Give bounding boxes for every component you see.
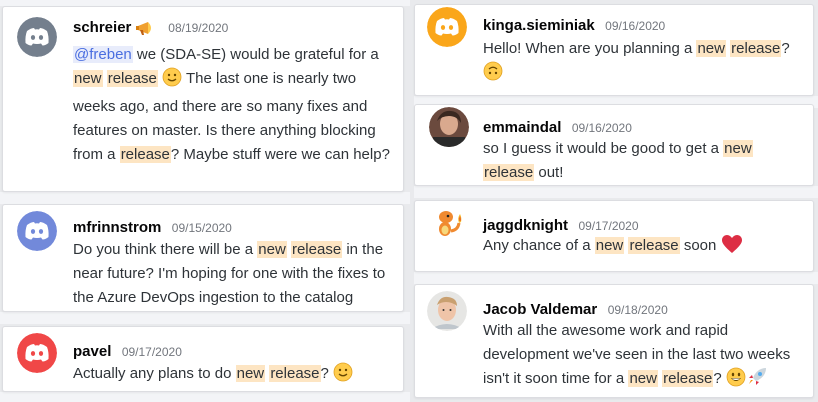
- username[interactable]: kinga.sieminiak: [483, 17, 595, 34]
- search-highlight: new: [235, 365, 266, 382]
- message-text-run: ? Maybe stuff were we can help?: [170, 146, 390, 163]
- avatar[interactable]: [429, 107, 469, 147]
- search-highlight: new: [696, 40, 726, 57]
- avatar[interactable]: [427, 291, 467, 331]
- message-text-run: ?: [781, 40, 790, 57]
- search-highlight: release: [269, 365, 321, 382]
- red-heart-icon: [721, 234, 743, 262]
- search-highlight: release: [106, 70, 158, 87]
- search-highlight: release: [483, 164, 535, 181]
- message-text: @freben we (SDA-SE) would be grateful fo…: [73, 43, 391, 167]
- message-text: Any chance of a new release soon: [483, 234, 803, 262]
- timestamp: 09/16/2020: [571, 121, 632, 135]
- message-text-run: ?: [713, 370, 726, 387]
- message-text-run: Any chance of a: [483, 237, 595, 254]
- username[interactable]: jaggdknight: [483, 217, 568, 234]
- avatar[interactable]: [17, 211, 57, 251]
- timestamp: 09/17/2020: [578, 219, 639, 233]
- timestamp: 09/15/2020: [171, 221, 232, 235]
- username[interactable]: schreier: [73, 19, 131, 36]
- timestamp: 08/19/2020: [168, 21, 229, 35]
- message-card[interactable]: mfrinnstrom 09/15/2020 Do you think ther…: [2, 204, 404, 312]
- message-text: Hello! When are you planning a new relea…: [483, 37, 808, 89]
- search-highlight: new: [628, 370, 658, 387]
- username[interactable]: mfrinnstrom: [73, 219, 161, 236]
- message-text-run: so I guess it would be good to get a: [483, 140, 724, 157]
- search-highlight: release: [119, 146, 171, 163]
- background-row: [0, 392, 410, 402]
- message-text-run: ?: [320, 365, 334, 382]
- slightly-smiling-face-icon: [162, 67, 182, 95]
- message-text-run: Do you think there will be a: [73, 241, 258, 258]
- message-text: With all the awesome work and rapid deve…: [483, 319, 808, 395]
- message-card[interactable]: jaggdknight 09/17/2020 Any chance of a n…: [414, 200, 814, 272]
- user-mention[interactable]: @freben: [73, 46, 133, 63]
- message-text-run: soon: [679, 237, 721, 254]
- username[interactable]: emmaindal: [483, 119, 561, 136]
- message-card[interactable]: Jacob Valdemar 09/18/2020 With all the a…: [414, 284, 814, 398]
- avatar[interactable]: [17, 333, 57, 373]
- message-text-run: Hello! When are you planning a: [483, 40, 697, 57]
- avatar[interactable]: [427, 203, 467, 243]
- background-row: [414, 272, 818, 284]
- background-row: [414, 186, 818, 198]
- message-text-run: we (SDA-SE) would be grateful for a: [132, 46, 379, 63]
- timestamp: 09/18/2020: [607, 303, 668, 317]
- username[interactable]: pavel: [73, 343, 111, 360]
- background-row: [0, 192, 410, 204]
- megaphone-icon: [135, 20, 158, 41]
- avatar[interactable]: [17, 17, 57, 57]
- message-card[interactable]: schreier 08/19/2020 @freben we (SDA-SE) …: [2, 6, 404, 192]
- background-row: [0, 312, 410, 324]
- message-card[interactable]: pavel 09/17/2020 Actually any plans to d…: [2, 326, 404, 392]
- search-highlight: release: [290, 241, 343, 258]
- search-highlight: new: [723, 140, 753, 157]
- upside-down-face-icon: [483, 61, 503, 89]
- message-text-run: out!: [534, 164, 564, 181]
- grinning-face-icon: [726, 367, 746, 395]
- search-highlight: new: [594, 237, 625, 254]
- message-text-run: Actually any plans to do: [73, 365, 236, 382]
- message-text: Do you think there will be a new release…: [73, 238, 393, 310]
- search-highlight: release: [628, 237, 680, 254]
- message-card[interactable]: kinga.sieminiak 09/16/2020 Hello! When a…: [414, 4, 814, 96]
- slightly-smiling-face-icon: [333, 362, 353, 390]
- timestamp: 09/16/2020: [605, 19, 666, 33]
- search-highlight: release: [730, 40, 782, 57]
- search-highlight: new: [73, 70, 103, 87]
- message-card[interactable]: emmaindal 09/16/2020 so I guess it would…: [414, 104, 814, 186]
- timestamp: 09/17/2020: [121, 345, 182, 359]
- username[interactable]: Jacob Valdemar: [483, 301, 597, 318]
- search-highlight: new: [257, 241, 287, 258]
- search-highlight: release: [662, 370, 714, 387]
- message-text: Actually any plans to do new release?: [73, 362, 393, 390]
- avatar[interactable]: [427, 7, 467, 47]
- message-text: so I guess it would be good to get a new…: [483, 137, 803, 185]
- rocket-icon: [746, 367, 768, 395]
